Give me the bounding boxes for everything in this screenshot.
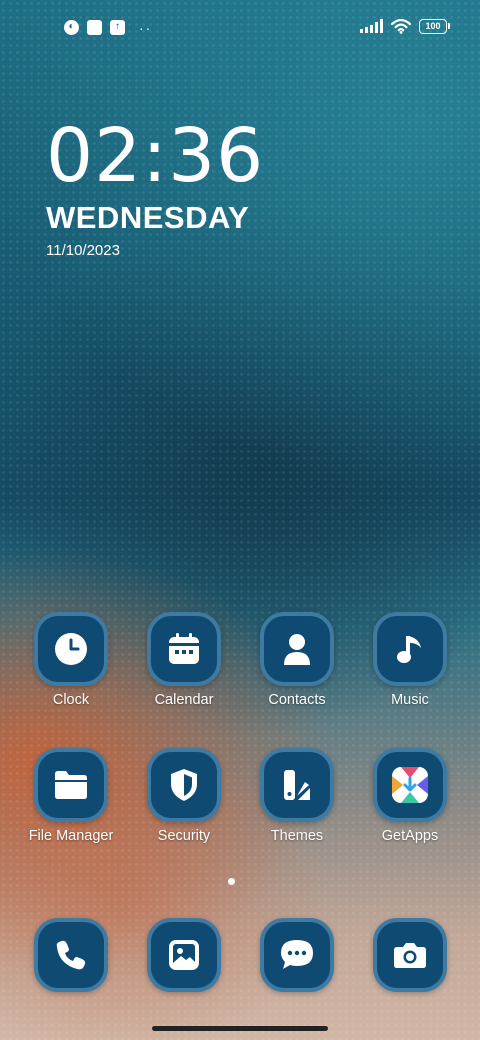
dock-gallery[interactable] (134, 918, 234, 992)
folder-icon (34, 748, 108, 822)
app-label: GetApps (381, 828, 439, 844)
status-bar: ◐ ↑ ·· 100 (0, 0, 480, 56)
more-dots-icon: ·· (139, 19, 153, 36)
app-label: Music (391, 692, 429, 708)
dock-camera[interactable] (360, 918, 460, 992)
battery-level: 100 (419, 18, 447, 34)
app-clock[interactable]: Clock (21, 612, 121, 708)
clock-time: 02:36 (46, 113, 265, 199)
signal-icon (360, 19, 383, 33)
app-file-manager[interactable]: File Manager (21, 748, 121, 844)
app-music[interactable]: Music (360, 612, 460, 708)
dock-phone[interactable] (21, 918, 121, 992)
app-label: Contacts (268, 692, 326, 708)
dock-messages[interactable] (247, 918, 347, 992)
battery-icon: 100 (419, 18, 450, 34)
app-label: Security (157, 828, 211, 844)
wifi-icon (391, 18, 411, 34)
phone-icon (34, 918, 108, 992)
getapps-icon (373, 748, 447, 822)
app-getapps[interactable]: GetApps (360, 748, 460, 844)
app-security[interactable]: Security (134, 748, 234, 844)
clock-day: WEDNESDAY (46, 200, 250, 235)
app-label: Calendar (154, 692, 214, 708)
calendar-icon (147, 612, 221, 686)
contacts-icon (260, 612, 334, 686)
app-label: File Manager (28, 828, 114, 844)
music-icon (373, 612, 447, 686)
themes-icon (260, 748, 334, 822)
app-contacts[interactable]: Contacts (247, 612, 347, 708)
app-calendar[interactable]: Calendar (134, 612, 234, 708)
gallery-icon (147, 918, 221, 992)
shield-icon (147, 748, 221, 822)
camera-icon (373, 918, 447, 992)
status-bar-notifications: ◐ ↑ ·· (64, 20, 152, 35)
upload-icon: ↑ (110, 20, 125, 35)
messages-icon (260, 918, 334, 992)
app-label: Clock (52, 692, 90, 708)
app-label: Themes (270, 828, 324, 844)
clock-date: 11/10/2023 (46, 242, 120, 259)
home-indicator-bar[interactable] (152, 1026, 328, 1031)
square-notification-icon (87, 20, 102, 35)
page-indicator-dot (228, 878, 235, 885)
app-themes[interactable]: Themes (247, 748, 347, 844)
clock-icon (34, 612, 108, 686)
status-bar-system: 100 (360, 18, 450, 34)
notification-app-icon: ◐ (64, 20, 79, 35)
clock-widget[interactable]: 02:36 WEDNESDAY 11/10/2023 (46, 118, 264, 259)
